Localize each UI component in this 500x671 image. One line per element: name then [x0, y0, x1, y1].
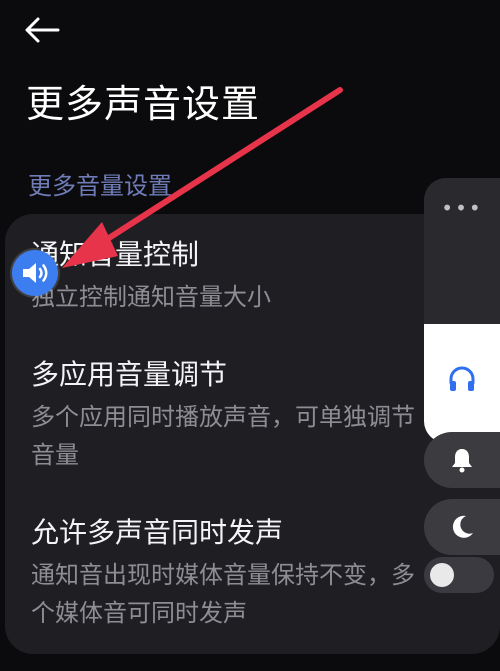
- setting-item-multi-sound-desc: 通知音出现时媒体音量保持不变，多个媒体音可同时发声: [31, 561, 415, 627]
- toggle-knob: [430, 563, 454, 587]
- multi-sound-toggle[interactable]: [424, 557, 494, 593]
- section-title: 更多音量设置: [28, 172, 172, 200]
- setting-item-notification-volume-desc: 独立控制通知音量大小: [31, 283, 271, 311]
- page-title: 更多声音设置: [26, 82, 261, 126]
- volume-slider-panel[interactable]: •••: [424, 178, 500, 443]
- setting-item-multi-app-volume-title[interactable]: 多应用音量调节: [31, 356, 227, 394]
- headphones-icon: [449, 366, 475, 391]
- more-options-icon[interactable]: •••: [424, 198, 500, 218]
- speaker-icon: [23, 263, 48, 283]
- do-not-disturb-button[interactable]: [424, 499, 500, 555]
- ring-mode-button[interactable]: [424, 432, 500, 488]
- setting-item-multi-app-volume-desc: 多个应用同时播放声音，可单独调节音量: [31, 403, 415, 469]
- setting-item-multi-sound-title[interactable]: 允许多声音同时发声: [31, 514, 283, 552]
- back-button[interactable]: [22, 14, 62, 46]
- moon-icon: [452, 515, 473, 538]
- bell-icon: [452, 449, 472, 473]
- arrow-left-icon: [25, 17, 60, 43]
- floating-volume-button[interactable]: [12, 250, 58, 296]
